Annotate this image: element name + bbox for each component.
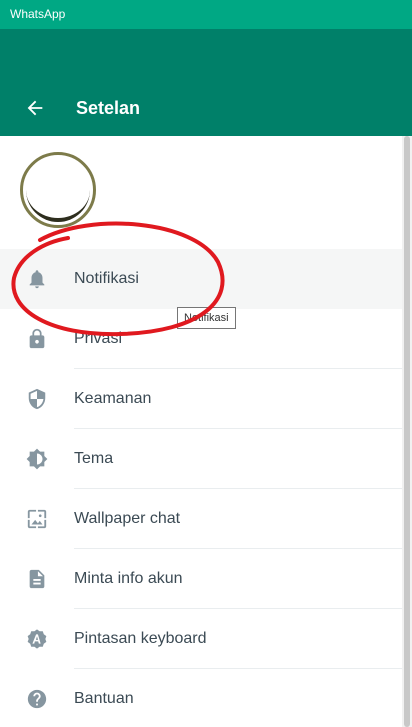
menu-item-label: Bantuan (74, 690, 134, 707)
menu-item-label: Notifikasi (74, 270, 139, 287)
shield-icon (28, 388, 46, 410)
app-name: WhatsApp (10, 7, 66, 21)
menu-item-bantuan[interactable]: Bantuan (0, 669, 402, 727)
menu-item-label: Tema (74, 450, 114, 467)
tooltip: Notifikasi (177, 307, 236, 329)
lock-icon (29, 328, 45, 349)
profile-avatar[interactable] (20, 152, 96, 228)
menu-item-keamanan[interactable]: Keamanan (0, 369, 402, 429)
menu-item-label: Privasi (74, 330, 123, 347)
menu-item-label: Keamanan (74, 390, 152, 407)
wallpaper-icon (27, 509, 47, 529)
settings-header: Setelan (0, 29, 412, 136)
avatar-image (26, 158, 90, 222)
menu-item-notifikasi[interactable]: Notifikasi (0, 249, 402, 309)
scrollbar[interactable] (402, 136, 412, 727)
brightness-icon (26, 448, 48, 470)
document-icon (29, 569, 45, 589)
menu-item-wallpaper-chat[interactable]: Wallpaper chat (0, 489, 402, 549)
arrow-left-icon[interactable] (24, 97, 46, 119)
bell-icon (29, 270, 45, 289)
menu-item-minta-info-akun[interactable]: Minta info akun (0, 549, 402, 609)
settings-panel: Notifikasi Privasi Keamanan Tema Wallpap… (0, 136, 412, 727)
window-titlebar: WhatsApp (0, 0, 412, 29)
menu-item-label: Minta info akun (74, 570, 183, 587)
menu-item-label: Pintasan keyboard (74, 630, 207, 647)
menu-item-pintasan-keyboard[interactable]: Pintasan keyboard (0, 609, 402, 669)
menu-item-label: Wallpaper chat (74, 510, 181, 527)
help-icon (27, 689, 47, 709)
menu-item-tema[interactable]: Tema (0, 429, 402, 489)
keyboard-shortcut-icon (27, 629, 47, 649)
page-title: Setelan (76, 98, 141, 118)
scrollbar-thumb[interactable] (404, 136, 410, 727)
